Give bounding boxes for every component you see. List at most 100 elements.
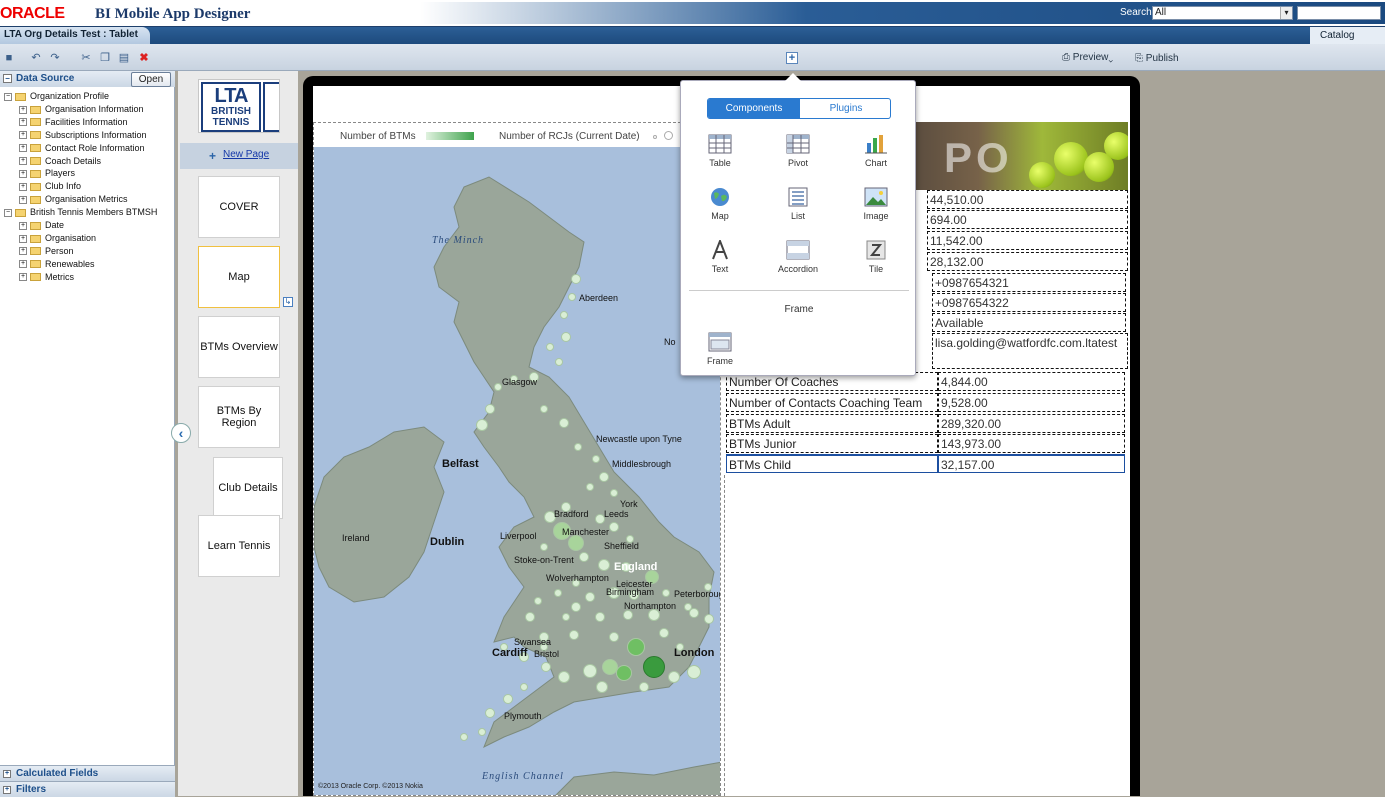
map-bubble[interactable] [684, 603, 692, 611]
component-tile[interactable]: Tile [846, 240, 906, 286]
collapse-panel-icon[interactable]: ‹ [171, 423, 191, 443]
map-bubble[interactable] [476, 419, 488, 431]
map-bubble[interactable] [643, 656, 665, 678]
map-bubble[interactable] [559, 418, 569, 428]
map-bubble[interactable] [546, 343, 554, 351]
save-icon[interactable]: ■ [3, 52, 15, 64]
redo-icon[interactable]: ↷ [49, 52, 61, 64]
expand-icon[interactable]: + [19, 182, 27, 191]
empty-container[interactable] [724, 475, 1128, 796]
map-bubble[interactable] [592, 455, 600, 463]
tree-node[interactable]: + Person [19, 245, 74, 257]
map-bubble[interactable] [579, 552, 589, 562]
tree-node[interactable]: + Contact Role Information [19, 142, 145, 154]
tree-node[interactable]: + Organisation Metrics [19, 193, 128, 205]
component-pivot[interactable]: Pivot [768, 134, 828, 180]
row-label[interactable]: BTMs Child [726, 454, 938, 473]
expand-icon[interactable]: + [3, 786, 11, 794]
map-bubble[interactable] [561, 332, 571, 342]
map-bubble[interactable] [568, 293, 576, 301]
value-cell[interactable]: +0987654321 [932, 273, 1126, 292]
row-label[interactable]: BTMs Junior [726, 434, 938, 453]
map-bubble[interactable] [583, 664, 597, 678]
map-bubble[interactable] [610, 489, 618, 497]
component-table[interactable]: Table [690, 134, 750, 180]
uk-map[interactable]: The Minch Aberdeen No Glasgow Newcastle … [314, 147, 720, 795]
component-accordion[interactable]: Accordion [768, 240, 828, 286]
map-bubble[interactable] [659, 628, 669, 638]
map-bubble[interactable] [687, 665, 701, 679]
page-thumb-btms-by-region[interactable]: BTMs By Region [198, 386, 280, 448]
map-component[interactable]: Number of BTMs Number of RCJs (Current D… [313, 122, 721, 796]
component-list[interactable]: List [768, 187, 828, 233]
delete-icon[interactable]: ✖ [138, 52, 150, 64]
expand-icon[interactable]: + [19, 234, 27, 243]
value-cell[interactable]: lisa.golding@watfordfc.com.ltatest [932, 333, 1128, 369]
publish-button[interactable]: ⎘ Publish [1135, 53, 1179, 64]
component-map[interactable]: Map [690, 187, 750, 233]
map-bubble[interactable] [596, 681, 608, 693]
map-bubble[interactable] [609, 522, 619, 532]
chevron-down-icon[interactable]: ▾ [1280, 7, 1292, 19]
undo-icon[interactable]: ↶ [30, 52, 42, 64]
copy-icon[interactable]: ❐ [99, 52, 111, 64]
expand-icon[interactable]: + [19, 118, 27, 127]
expand-icon[interactable]: + [19, 195, 27, 204]
map-bubble[interactable] [595, 612, 605, 622]
map-bubble[interactable] [560, 311, 568, 319]
map-bubble[interactable] [568, 535, 584, 551]
row-value[interactable]: 289,320.00 [938, 414, 1125, 433]
value-cell[interactable]: Available [932, 313, 1126, 332]
tree-node[interactable]: + Organisation [19, 232, 96, 244]
map-bubble[interactable] [623, 610, 633, 620]
value-cell[interactable]: 44,510.00 [927, 190, 1128, 209]
map-bubble[interactable] [460, 733, 468, 741]
map-bubble[interactable] [555, 358, 563, 366]
page-link-icon[interactable]: ↳ [283, 297, 293, 307]
map-bubble[interactable] [704, 614, 714, 624]
tree-node[interactable]: − Organization Profile [4, 90, 109, 102]
expand-icon[interactable]: + [3, 770, 11, 778]
calculated-fields-header[interactable]: + Calculated Fields [0, 765, 175, 781]
expand-icon[interactable]: + [19, 170, 27, 179]
row-value[interactable]: 9,528.00 [938, 393, 1125, 412]
filters-header[interactable]: + Filters [0, 781, 175, 797]
page-thumb-btms-overview[interactable]: BTMs Overview [198, 316, 280, 378]
tennis-banner-image[interactable]: PO [914, 122, 1128, 190]
map-bubble[interactable] [503, 694, 513, 704]
map-bubble[interactable] [558, 671, 570, 683]
row-label[interactable]: Number of Contacts Coaching Team [726, 393, 938, 412]
component-chart[interactable]: Chart [846, 134, 906, 180]
value-cell[interactable]: 28,132.00 [927, 252, 1128, 271]
map-bubble[interactable] [534, 597, 542, 605]
map-bubble[interactable] [574, 443, 582, 451]
row-label[interactable]: BTMs Adult [726, 414, 938, 433]
row-value[interactable]: 4,844.00 [938, 372, 1125, 391]
tree-node[interactable]: + Organisation Information [19, 103, 144, 115]
open-button[interactable]: Open [131, 72, 171, 87]
map-bubble[interactable] [609, 632, 619, 642]
expand-icon[interactable]: + [19, 144, 27, 153]
row-value[interactable]: 32,157.00 [938, 454, 1125, 473]
tree-node[interactable]: + Date [19, 219, 64, 231]
value-cell[interactable]: +0987654322 [932, 293, 1126, 312]
map-bubble[interactable] [662, 589, 670, 597]
map-bubble[interactable] [586, 483, 594, 491]
tree-node[interactable]: + Club Info [19, 180, 81, 192]
tab-components[interactable]: Components [708, 99, 800, 118]
tree-node[interactable]: + Metrics [19, 271, 74, 283]
map-bubble[interactable] [639, 682, 649, 692]
collapse-icon[interactable]: − [4, 208, 12, 217]
tab-document[interactable]: LTA Org Details Test : Tablet [0, 27, 150, 44]
expand-icon[interactable]: + [19, 260, 27, 269]
expand-icon[interactable]: + [19, 221, 27, 230]
page-thumb-club-details[interactable]: Club Details [213, 457, 283, 519]
cut-icon[interactable]: ✂ [80, 52, 92, 64]
expand-icon[interactable]: + [19, 157, 27, 166]
search-input[interactable] [1297, 6, 1381, 20]
value-cell[interactable]: 694.00 [927, 210, 1128, 229]
map-bubble[interactable] [571, 274, 581, 284]
paste-icon[interactable]: ▤ [118, 52, 130, 64]
page-thumb-map[interactable]: Map [198, 246, 280, 308]
page-thumb-learn-tennis[interactable]: Learn Tennis [198, 515, 280, 577]
